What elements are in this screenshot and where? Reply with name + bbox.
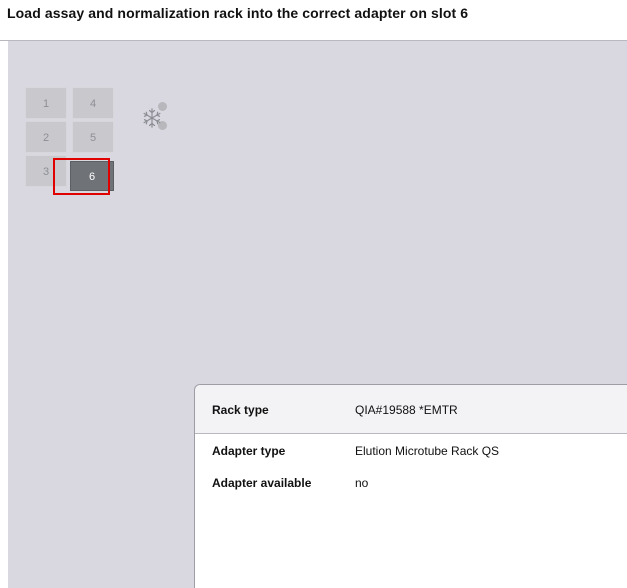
- rack-type-value: QIA#19588 *EMTR: [355, 403, 458, 417]
- page-title: Load assay and normalization rack into t…: [7, 5, 469, 21]
- slot-5[interactable]: 5: [72, 121, 114, 153]
- adapter-available-label: Adapter available: [212, 476, 312, 490]
- rack-details-panel: Rack type QIA#19588 *EMTR Adapter type E…: [194, 384, 627, 588]
- slot-label: 5: [89, 132, 97, 144]
- slot-4[interactable]: 4: [72, 87, 114, 119]
- slot-label: 3: [42, 166, 50, 178]
- slot-1[interactable]: 1: [25, 87, 67, 119]
- adapter-type-value: Elution Microtube Rack QS: [355, 444, 500, 458]
- slot-label: 4: [89, 98, 97, 110]
- rack-type-label: Rack type: [212, 403, 269, 417]
- snowflake-icon: [143, 108, 161, 128]
- selected-slot-highlight: [53, 158, 110, 195]
- rack-type-row: Rack type QIA#19588 *EMTR: [195, 385, 627, 434]
- adapter-type-label: Adapter type: [212, 444, 286, 458]
- slot-label: 1: [42, 98, 50, 110]
- adapter-available-value: no: [355, 476, 369, 490]
- header-bar: Load assay and normalization rack into t…: [0, 0, 627, 41]
- slot-2[interactable]: 2: [25, 121, 67, 153]
- slot-label: 2: [42, 132, 50, 144]
